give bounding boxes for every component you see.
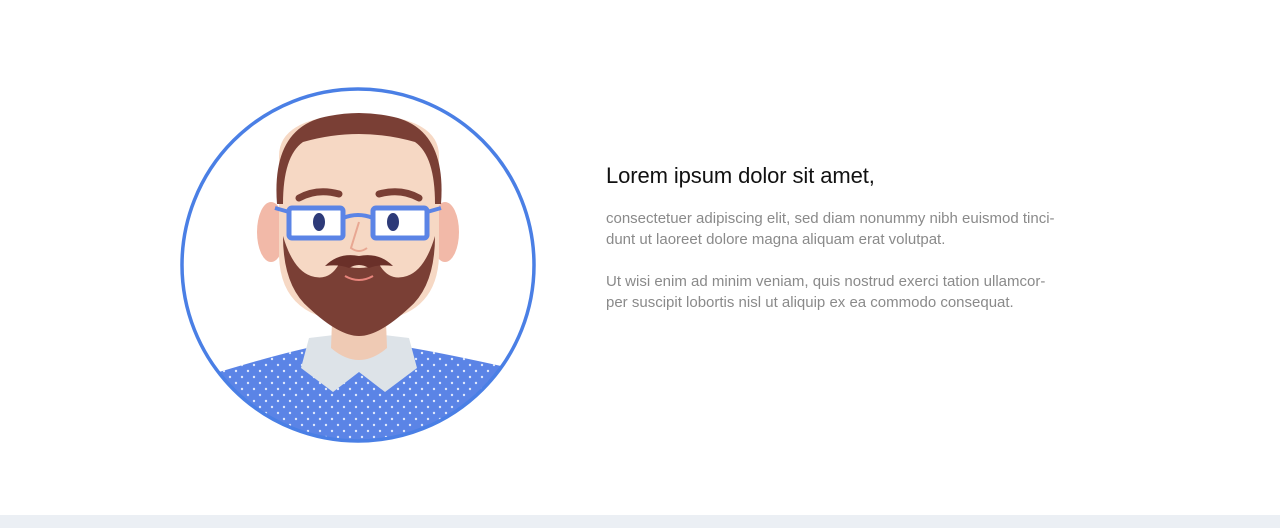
intro-text: Lorem ipsum dolor sit amet, consectetuer…: [606, 162, 1146, 313]
paragraph-2: Ut wisi enim ad minim veniam, quis nostr…: [606, 273, 1046, 311]
avatar: [179, 86, 537, 444]
man-with-glasses-portrait-icon: [180, 87, 536, 443]
bottom-band: [0, 515, 1280, 528]
heading: Lorem ipsum dolor sit amet,: [606, 163, 875, 188]
paragraph-1: consectetuer adipiscing elit, sed diam n…: [606, 210, 1055, 248]
